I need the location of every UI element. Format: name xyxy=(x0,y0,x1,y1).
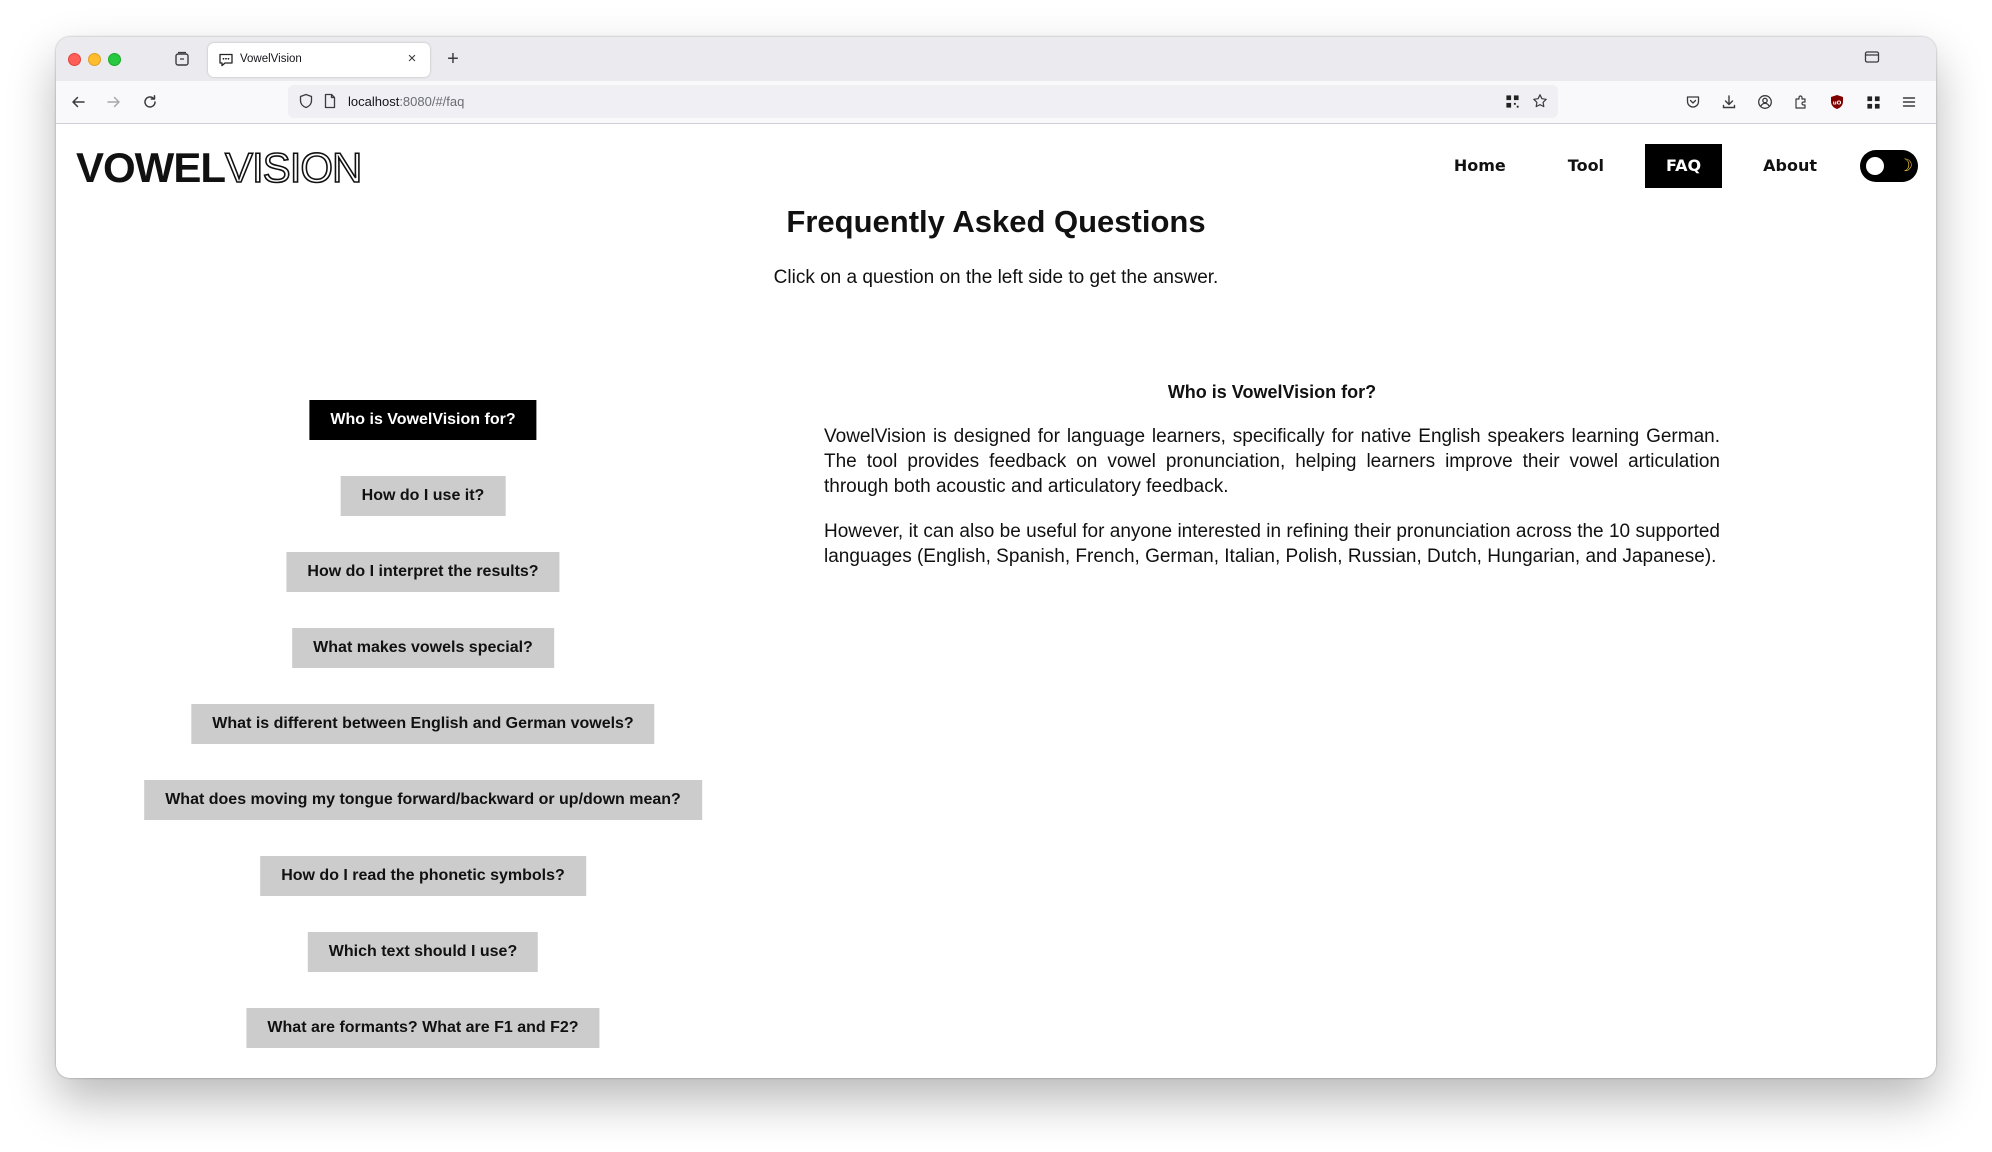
question-button-formants[interactable]: What are formants? What are F1 and F2? xyxy=(246,1008,600,1048)
question-button-english-german-difference[interactable]: What is different between English and Ge… xyxy=(191,704,655,744)
question-button-vowels-special[interactable]: What makes vowels special? xyxy=(292,628,554,668)
nav-tool-link[interactable]: Tool xyxy=(1547,144,1625,188)
url-path: :8080/#/faq xyxy=(399,94,465,109)
ublock-shield-icon[interactable]: uO xyxy=(1827,92,1847,112)
browser-tab[interactable]: VowelVision × xyxy=(208,43,430,77)
url-text: localhost:8080/#/faq xyxy=(348,94,464,109)
back-arrow-icon[interactable] xyxy=(68,92,88,112)
qr-code-icon[interactable] xyxy=(1502,91,1522,111)
site-logo[interactable]: VOWELVISION xyxy=(76,143,363,192)
page-content: VOWELVISION Home Tool FAQ About ☽ Freque… xyxy=(56,124,1936,1078)
address-bar[interactable]: localhost:8080/#/faq xyxy=(288,85,1558,118)
page-subtitle: Click on a question on the left side to … xyxy=(773,267,1219,288)
reload-icon[interactable] xyxy=(140,92,160,112)
logo-bold-text: VOWEL xyxy=(76,144,226,191)
tab-title: VowelVision xyxy=(240,53,302,65)
nav-faq-link[interactable]: FAQ xyxy=(1645,144,1723,188)
question-button-which-text[interactable]: Which text should I use? xyxy=(307,932,539,972)
close-tab-icon[interactable]: × xyxy=(404,51,420,67)
minimize-window-button[interactable] xyxy=(88,53,101,66)
tab-list-icon[interactable] xyxy=(1864,49,1884,69)
page-icon[interactable] xyxy=(320,91,340,111)
download-icon[interactable] xyxy=(1719,92,1739,112)
question-button-how-to-use[interactable]: How do I use it? xyxy=(340,476,506,516)
account-icon[interactable] xyxy=(1755,92,1775,112)
shield-icon[interactable] xyxy=(296,91,316,111)
theme-toggle-switch[interactable]: ☽ xyxy=(1860,150,1918,182)
bookmark-star-icon[interactable] xyxy=(1530,91,1550,111)
tab-strip: VowelVision × + xyxy=(56,37,1936,81)
svg-text:uO: uO xyxy=(1833,101,1842,107)
forward-arrow-icon[interactable] xyxy=(104,92,124,112)
question-button-phonetic-symbols[interactable]: How do I read the phonetic symbols? xyxy=(260,856,586,896)
question-button-tongue-movement[interactable]: What does moving my tongue forward/backw… xyxy=(144,780,702,820)
browser-window: VowelVision × + localhost:8080/#/faq uO … xyxy=(56,37,1936,1078)
zoom-window-button[interactable] xyxy=(108,53,121,66)
question-button-who-is-for[interactable]: Who is VowelVision for? xyxy=(309,400,537,440)
navigation-toolbar: localhost:8080/#/faq uO xyxy=(56,81,1936,124)
answer-paragraph: However, it can also be useful for anyon… xyxy=(824,521,1720,567)
url-host: localhost xyxy=(348,94,400,109)
menu-hamburger-icon[interactable] xyxy=(1899,92,1919,112)
page-title: Frequently Asked Questions xyxy=(786,204,1206,239)
tab-overview-icon[interactable] xyxy=(172,49,192,69)
extensions-icon[interactable] xyxy=(1791,92,1811,112)
chat-bubble-icon xyxy=(219,53,233,67)
close-window-button[interactable] xyxy=(68,53,81,66)
pocket-icon[interactable] xyxy=(1683,92,1703,112)
question-button-interpret-results[interactable]: How do I interpret the results? xyxy=(286,552,560,592)
answer-panel: Who is VowelVision for? VowelVision is d… xyxy=(824,382,1720,569)
toggle-knob xyxy=(1866,157,1884,175)
nav-about-link[interactable]: About xyxy=(1742,144,1838,188)
answer-title: Who is VowelVision for? xyxy=(1167,382,1377,402)
grid-apps-icon[interactable] xyxy=(1863,92,1883,112)
nav-home-link[interactable]: Home xyxy=(1433,144,1527,188)
new-tab-icon[interactable]: + xyxy=(442,48,464,70)
logo-outline-text: VISION xyxy=(224,143,363,192)
answer-paragraph: VowelVision is designed for language lea… xyxy=(824,426,1720,497)
moon-icon: ☽ xyxy=(1897,156,1913,176)
site-navigation: Home Tool FAQ About ☽ xyxy=(1413,144,1918,188)
